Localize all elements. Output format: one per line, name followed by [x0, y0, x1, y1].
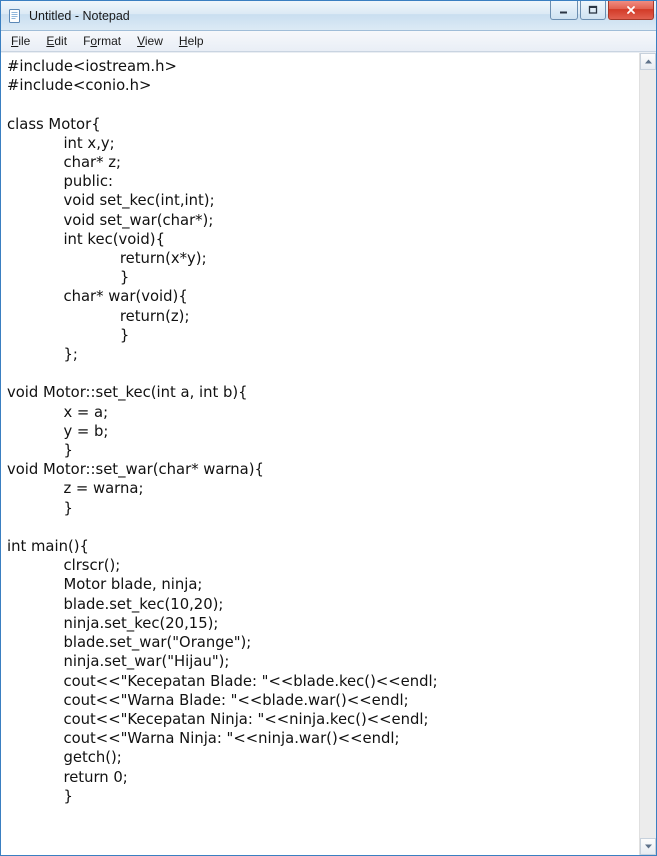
menu-help-label: elp	[188, 34, 204, 48]
notepad-window: Untitled - Notepad File Edit Format View…	[0, 0, 657, 856]
menu-format-label: rmat	[97, 34, 121, 48]
maximize-button[interactable]	[580, 1, 606, 20]
menu-help-label-u: H	[179, 34, 188, 48]
menu-help[interactable]: Help	[171, 32, 212, 50]
vertical-scrollbar[interactable]	[639, 53, 656, 855]
menu-file-label: ile	[18, 34, 30, 48]
menu-view-label-u: V	[137, 34, 145, 48]
menu-view[interactable]: View	[129, 32, 171, 50]
scroll-down-button[interactable]	[640, 838, 656, 855]
menu-edit[interactable]: Edit	[38, 32, 75, 50]
content-area: #include<iostream.h> #include<conio.h> c…	[1, 52, 656, 855]
minimize-button[interactable]	[550, 1, 578, 20]
titlebar[interactable]: Untitled - Notepad	[1, 1, 656, 31]
scroll-up-button[interactable]	[640, 53, 656, 70]
text-editor[interactable]: #include<iostream.h> #include<conio.h> c…	[1, 53, 639, 855]
menu-edit-label: dit	[54, 34, 67, 48]
window-title: Untitled - Notepad	[29, 9, 130, 23]
menu-view-label: iew	[145, 34, 163, 48]
scroll-track[interactable]	[640, 70, 656, 838]
close-button[interactable]	[608, 1, 654, 20]
notepad-icon	[7, 8, 23, 24]
menubar: File Edit Format View Help	[1, 31, 656, 52]
menu-format[interactable]: Format	[75, 32, 129, 50]
menu-file[interactable]: File	[3, 32, 38, 50]
window-controls	[550, 1, 654, 30]
